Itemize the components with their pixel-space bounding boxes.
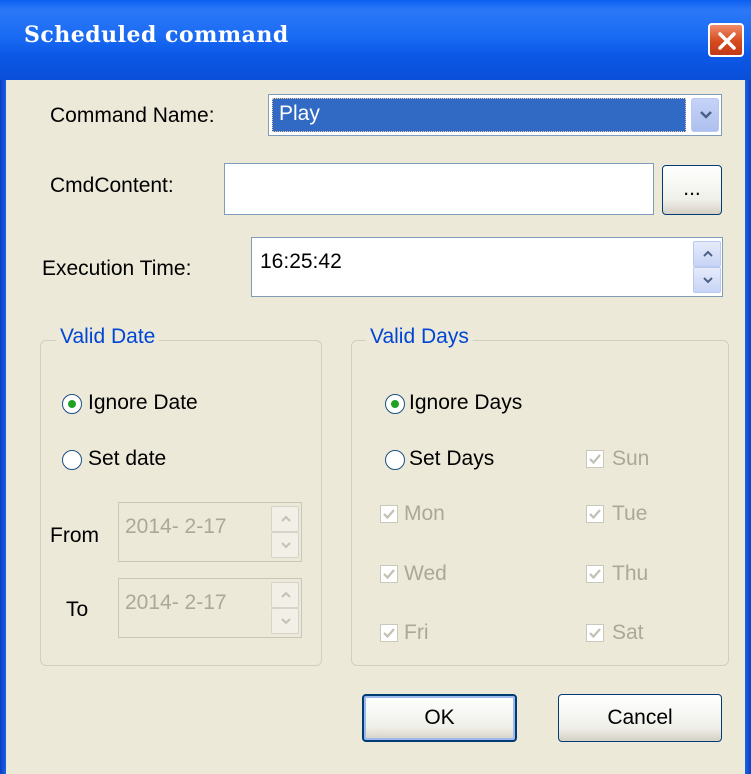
spin-down-icon — [281, 542, 291, 549]
cancel-button[interactable]: Cancel — [558, 694, 722, 742]
set-days-radio[interactable] — [385, 450, 405, 470]
valid-days-title: Valid Days — [366, 325, 473, 349]
cmd-content-label: CmdContent: — [50, 174, 174, 197]
ignore-date-label[interactable]: Ignore Date — [88, 391, 198, 415]
sun-label[interactable]: Sun — [612, 447, 649, 471]
checkmark-icon — [589, 509, 601, 520]
set-days-label[interactable]: Set Days — [409, 447, 494, 471]
from-spin-up-button[interactable] — [271, 506, 299, 532]
tue-checkbox[interactable] — [586, 505, 604, 523]
window-frame-left — [0, 80, 6, 774]
spin-up-icon — [281, 591, 291, 598]
to-date-spinner[interactable] — [271, 582, 299, 634]
to-spin-up-button[interactable] — [271, 582, 299, 608]
sat-label[interactable]: Sat — [612, 621, 644, 645]
wed-checkbox[interactable] — [380, 565, 398, 583]
scheduled-command-dialog: Scheduled command Command Name: Play Cmd… — [0, 0, 751, 774]
execution-time-label: Execution Time: — [42, 257, 192, 280]
tue-label[interactable]: Tue — [612, 502, 647, 526]
to-label: To — [66, 598, 89, 621]
sun-checkbox[interactable] — [586, 450, 604, 468]
to-date-value: 2014- 2-17 — [125, 591, 227, 614]
set-date-label[interactable]: Set date — [88, 447, 166, 471]
thu-checkbox[interactable] — [586, 565, 604, 583]
from-spin-down-button[interactable] — [271, 532, 299, 558]
from-label: From — [50, 524, 99, 547]
mon-label[interactable]: Mon — [404, 502, 445, 526]
command-name-value: Play — [272, 98, 686, 132]
to-date-picker[interactable]: 2014- 2-17 — [118, 578, 302, 638]
spin-up-button[interactable] — [693, 241, 721, 267]
to-spin-down-button[interactable] — [271, 608, 299, 634]
wed-label[interactable]: Wed — [404, 562, 447, 586]
command-name-combobox[interactable]: Play — [268, 94, 722, 136]
close-icon — [718, 32, 736, 50]
fri-label[interactable]: Fri — [404, 621, 429, 645]
ignore-date-radio[interactable] — [62, 394, 82, 414]
checkmark-icon — [589, 628, 601, 639]
checkmark-icon — [383, 569, 395, 580]
spin-down-icon — [703, 277, 713, 284]
checkmark-icon — [383, 509, 395, 520]
dropdown-arrow-icon — [700, 111, 712, 119]
checkmark-icon — [589, 569, 601, 580]
dialog-title: Scheduled command — [24, 22, 289, 48]
spin-down-button[interactable] — [693, 267, 721, 293]
command-name-label: Command Name: — [50, 104, 215, 127]
spin-down-icon — [281, 618, 291, 625]
execution-time-value: 16:25:42 — [260, 250, 342, 273]
window-frame-right — [745, 80, 751, 774]
radio-selected-dot — [68, 400, 76, 408]
sat-checkbox[interactable] — [586, 624, 604, 642]
from-date-spinner[interactable] — [271, 506, 299, 558]
ignore-days-label[interactable]: Ignore Days — [409, 391, 522, 415]
spin-up-icon — [703, 250, 713, 257]
title-bar[interactable]: Scheduled command — [0, 0, 751, 80]
set-date-radio[interactable] — [62, 450, 82, 470]
mon-checkbox[interactable] — [380, 505, 398, 523]
thu-label[interactable]: Thu — [612, 562, 648, 586]
radio-selected-dot — [391, 400, 399, 408]
spin-up-icon — [281, 515, 291, 522]
close-button[interactable] — [708, 23, 744, 57]
from-date-picker[interactable]: 2014- 2-17 — [118, 502, 302, 562]
fri-checkbox[interactable] — [380, 624, 398, 642]
ok-button[interactable]: OK — [362, 694, 517, 742]
checkmark-icon — [589, 454, 601, 465]
checkmark-icon — [383, 628, 395, 639]
ignore-days-radio[interactable] — [385, 394, 405, 414]
execution-time-picker[interactable]: 16:25:42 — [251, 237, 723, 297]
cmd-content-input[interactable] — [224, 163, 654, 215]
valid-date-title: Valid Date — [56, 325, 160, 349]
from-date-value: 2014- 2-17 — [125, 515, 227, 538]
browse-button[interactable]: ... — [662, 165, 722, 215]
dropdown-button[interactable] — [691, 98, 719, 132]
execution-time-spinner[interactable] — [693, 241, 721, 293]
